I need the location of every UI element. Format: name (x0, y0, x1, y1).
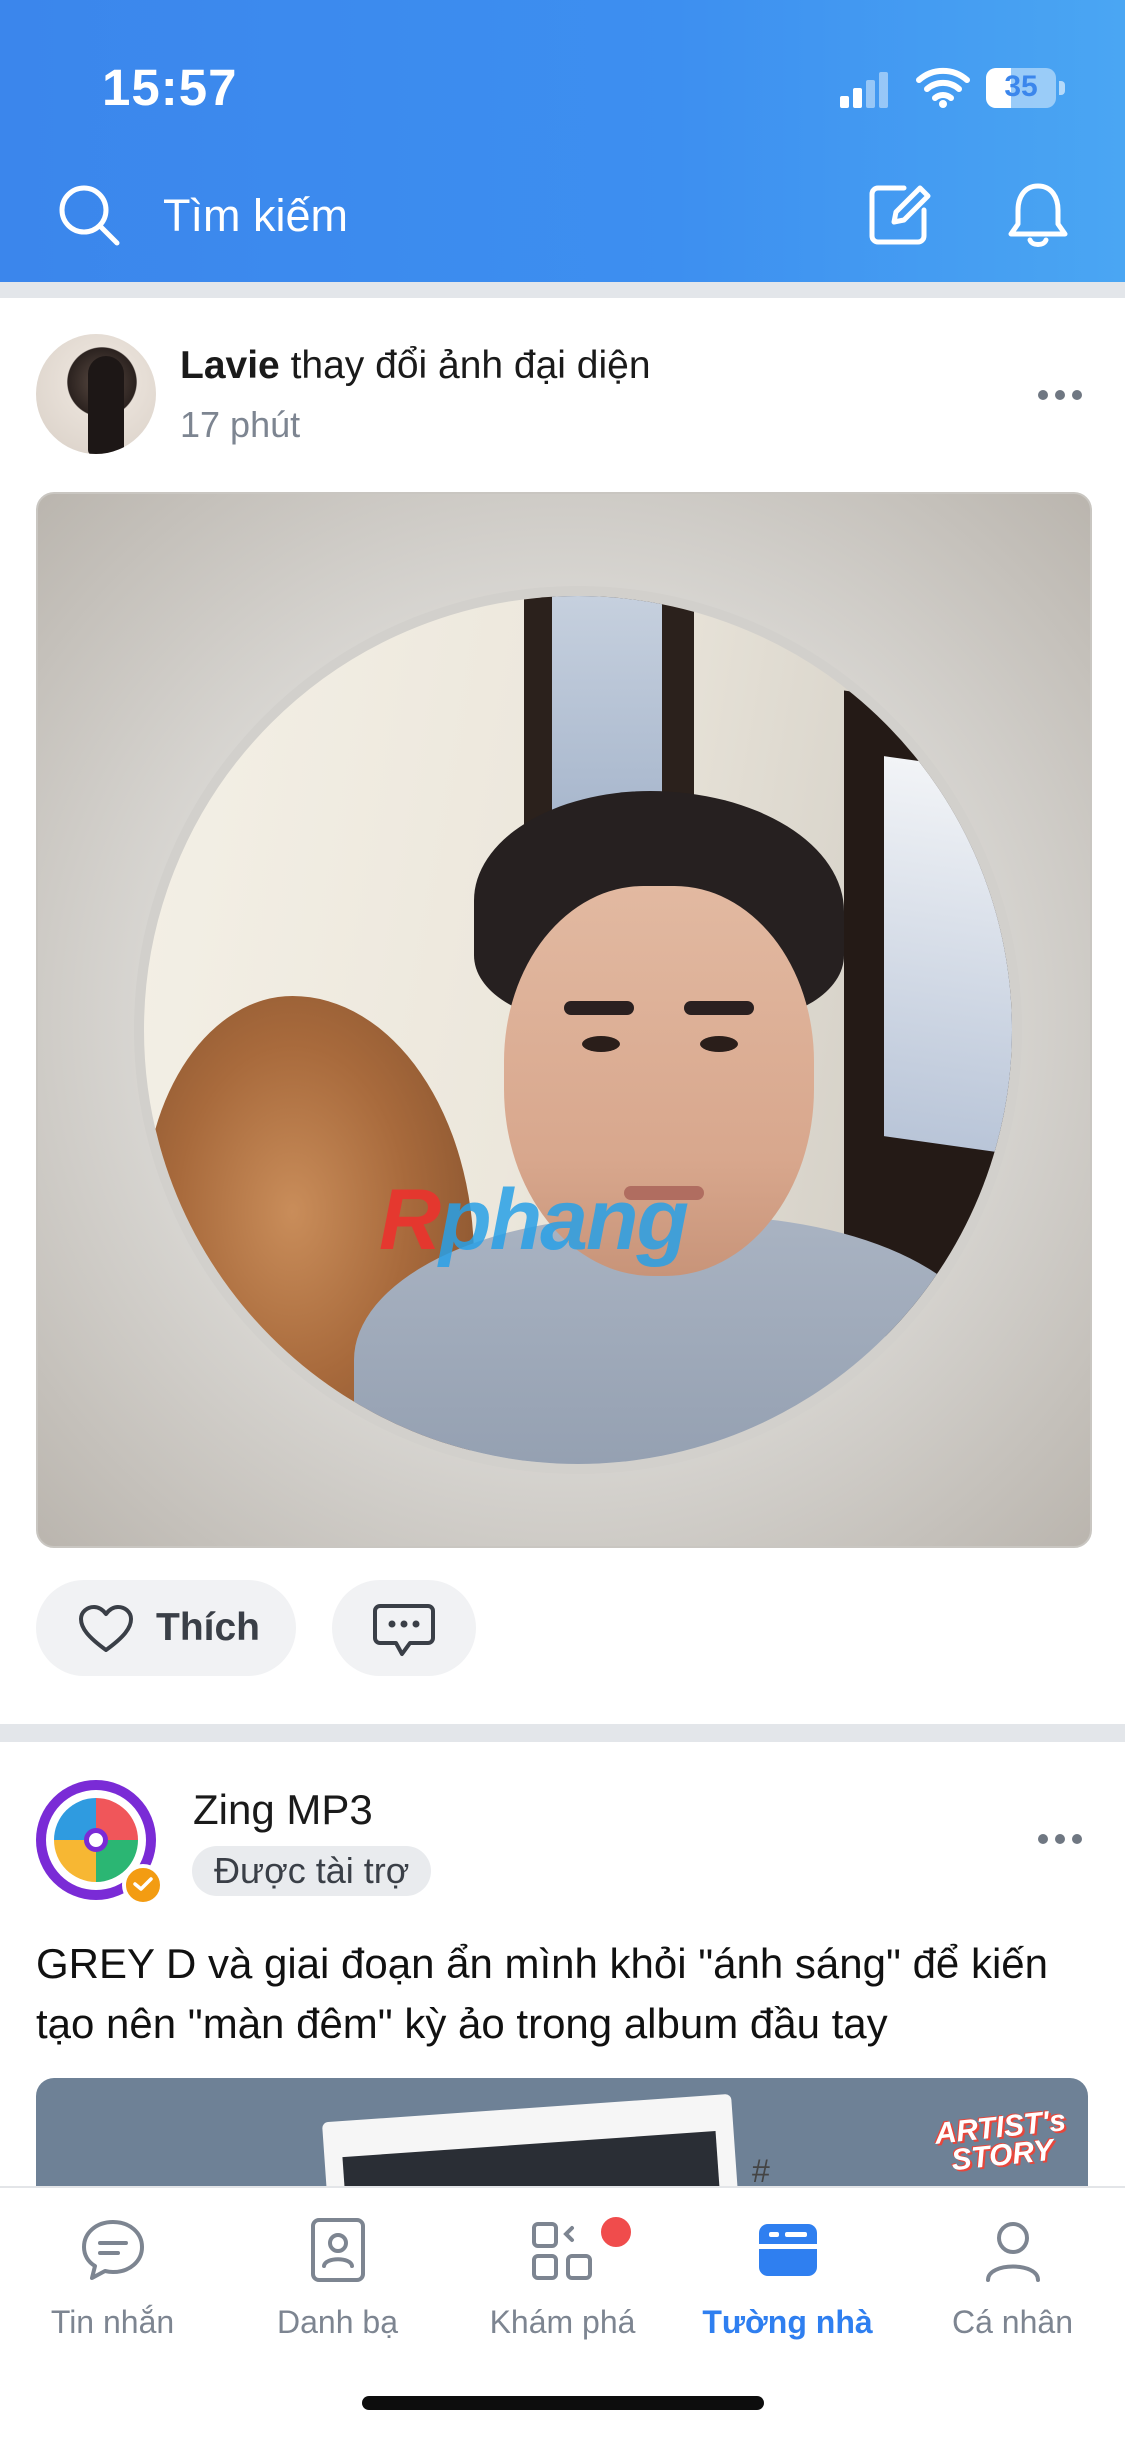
post-text: GREY D và giai đoạn ẩn mình khỏi "ánh sá… (36, 1940, 1048, 2047)
profile-photo-card[interactable]: Rphang (36, 492, 1092, 1548)
notification-dot (598, 2214, 634, 2250)
more-options-icon[interactable] (1038, 1834, 1082, 1846)
nav-label: Khám phá (489, 2304, 636, 2340)
battery-indicator: 35 (986, 68, 1066, 110)
explore-icon (532, 2222, 592, 2280)
more-options-icon[interactable] (1038, 390, 1082, 402)
profile-photo: Rphang (134, 586, 1022, 1474)
comment-button[interactable] (332, 1580, 476, 1676)
status-time: 15:57 (102, 59, 238, 116)
watermark: Rphang (379, 1172, 689, 1268)
artist-story-logo: ARTIST's STORY (933, 2104, 1068, 2178)
like-button[interactable]: Thích (36, 1580, 296, 1676)
hashtag: # (752, 2153, 770, 2189)
post-action: thay đổi ảnh đại diện (290, 344, 651, 387)
nav-label: Tường nhà (702, 2304, 873, 2340)
nav-ca-nhan[interactable]: Cá nhân (900, 2216, 1125, 2340)
like-label: Thích (156, 1606, 260, 1649)
nav-kham-pha[interactable]: Khám phá (450, 2214, 675, 2340)
contacts-icon (311, 2218, 365, 2282)
author-name[interactable]: Lavie (180, 344, 280, 387)
brand-name[interactable]: Zing MP3 (193, 1786, 373, 1834)
post-time: 17 phút (180, 404, 301, 445)
sponsored-badge: Được tài trợ (192, 1846, 432, 1896)
comment-icon (373, 1604, 435, 1656)
person-icon (986, 2222, 1040, 2282)
bell-icon[interactable] (1004, 180, 1072, 250)
search-icon[interactable] (56, 182, 122, 248)
promo-image[interactable]: # ARTIST's STORY (36, 2078, 1088, 2198)
chat-icon (82, 2220, 144, 2280)
post-header: Lavie thay đổi ảnh đại diện (180, 344, 651, 388)
nav-label: Tin nhắn (50, 2304, 175, 2340)
nav-tuong-nha[interactable]: Tường nhà (675, 2216, 900, 2340)
battery-level: 35 (1004, 70, 1038, 103)
home-indicator (362, 2396, 764, 2410)
nav-label: Cá nhân (952, 2304, 1073, 2340)
compose-icon[interactable] (866, 180, 934, 248)
cellular-signal-icon (840, 72, 888, 108)
section-divider (0, 1724, 1125, 1742)
section-divider (0, 282, 1125, 298)
nav-label: Danh bạ (277, 2304, 398, 2340)
wifi-icon (916, 67, 970, 108)
verified-badge-icon (122, 1864, 164, 1906)
author-avatar[interactable] (36, 334, 156, 454)
nav-tin-nhan[interactable]: Tin nhắn (0, 2216, 225, 2340)
timeline-icon (759, 2224, 817, 2276)
search-input[interactable]: Tìm kiếm (163, 190, 348, 242)
top-header: 15:57 35 Tìm kiếm (0, 0, 1125, 282)
heart-icon (79, 1605, 133, 1652)
nav-danh-ba[interactable]: Danh bạ (225, 2216, 450, 2340)
